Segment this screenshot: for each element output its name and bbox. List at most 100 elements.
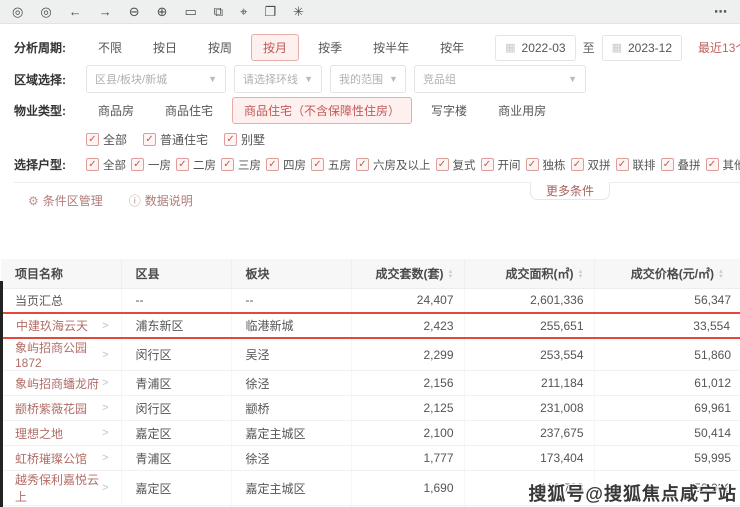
room-type-checkbox-label: 四房 [283,157,306,173]
checkbox-checked-icon: ✓ [436,158,449,171]
sort-desc-icon: ▼ [448,275,454,280]
period-option-6[interactable]: 按年 [428,34,476,61]
more-menu-icon[interactable]: ⋯ [714,4,728,20]
table-row: 颛桥紫薇花园>闵行区颛桥2,125231,00869,961 [1,396,740,421]
property-option-2[interactable]: 商品住宅（不含保障性住房） [232,97,412,124]
quick-range-link-0[interactable]: 最近13个月 [698,39,740,56]
chevron-right-icon[interactable]: > [102,349,110,361]
sort-arrows-icon[interactable]: ▲▼ [448,270,454,279]
capture-icon[interactable]: ⌖ [240,5,247,18]
period-option-1[interactable]: 按日 [141,34,189,61]
chevron-right-icon[interactable]: > [102,377,110,389]
cell-district: 嘉定区 [121,421,231,446]
property-sub-checkbox-label: 普通住宅 [160,131,208,148]
project-name-link[interactable]: 越秀保利嘉悦云上 [15,471,102,505]
cell-price: 69,961 [594,396,740,421]
room-type-checkbox-5[interactable]: ✓五房 [311,157,351,173]
region-dropdown-3[interactable]: 竞品组▼ [414,65,586,93]
project-name-link[interactable]: 象屿招商蟠龙府 [15,375,99,392]
new-window-icon[interactable]: ❐ [264,5,276,18]
record-dot-icon[interactable]: ◎ [12,5,23,18]
room-type-checkbox-6[interactable]: ✓六房及以上 [356,157,431,173]
project-name-link[interactable]: 颛桥紫薇花园 [15,400,87,417]
date-from-value: 2022-03 [522,41,566,55]
cell-deals: 2,100 [351,421,464,446]
column-header-3[interactable]: 成交套数(套)▲▼ [351,259,464,288]
property-sub-checkbox-2[interactable]: ✓别墅 [224,131,265,148]
dropdown-placeholder: 我的范围 [339,71,383,87]
forward-icon[interactable]: → [99,5,112,18]
room-type-checkbox-10[interactable]: ✓双拼 [571,157,611,173]
column-header-4[interactable]: 成交面积(㎡)▲▼ [464,259,594,288]
table-body: 当页汇总----24,4072,601,33656,347中建玖海云天>浦东新区… [1,288,740,507]
room-type-checkbox-13[interactable]: ✓其他 [706,157,740,173]
region-dropdown-0[interactable]: 区县/板块/新城▼ [86,65,226,93]
property-option-1[interactable]: 商品住宅 [153,97,225,124]
room-type-checkbox-4[interactable]: ✓四房 [266,157,306,173]
cell-project-name: 理想之地 > [1,421,121,446]
property-sub-checkbox-row: ✓全部 ✓普通住宅 ✓别墅 [14,131,740,148]
project-name-link[interactable]: 虹桥璀璨公馆 [15,450,87,467]
data-note-link[interactable]: ⓘ 数据说明 [129,192,193,209]
zoom-in-icon[interactable]: ⊕ [157,5,168,18]
toolbar-icon-group: ◎ ◎ ← → ⊖ ⊕ ▭ ⧉ ⌖ ❐ ✳ [12,5,304,18]
column-header-label: 成交价格(元/㎡) [631,267,714,281]
chevron-right-icon[interactable]: > [102,427,110,439]
region-dropdown-1[interactable]: 请选择环线▼ [234,65,322,93]
zoom-out-icon[interactable]: ⊖ [129,5,140,18]
chevron-right-icon[interactable]: > [102,320,110,332]
project-name-link[interactable]: 中建玖海云天 [16,317,88,334]
property-option-3[interactable]: 写字楼 [419,97,479,124]
checkbox-checked-icon: ✓ [526,158,539,171]
period-option-5[interactable]: 按半年 [361,34,421,61]
fit-view-icon[interactable]: ▭ [185,5,197,18]
room-type-checkbox-8[interactable]: ✓开间 [481,157,521,173]
back-icon[interactable]: ← [69,5,82,18]
project-name-link[interactable]: 象屿招商公园1872 [15,339,102,370]
property-option-group: 商品房商品住宅商品住宅（不含保障性住房） 写字楼商业用房 [86,97,565,124]
property-sub-checkbox-1[interactable]: ✓普通住宅 [143,131,208,148]
room-type-checkbox-3[interactable]: ✓三房 [221,157,261,173]
room-type-checkbox-1[interactable]: ✓一房 [131,157,171,173]
sort-arrows-icon[interactable]: ▲▼ [718,270,724,279]
chevron-right-icon[interactable]: > [102,452,110,464]
property-sub-checkbox-label: 全部 [103,131,127,148]
period-option-4[interactable]: 按季 [306,34,354,61]
region-dropdown-2[interactable]: 我的范围▼ [330,65,406,93]
property-sub-checkbox-0[interactable]: ✓全部 [86,131,127,148]
period-option-2[interactable]: 按周 [196,34,244,61]
room-type-checkbox-label: 其他 [723,157,740,173]
project-name-link[interactable]: 理想之地 [15,425,63,442]
cell-price: 50,414 [594,421,740,446]
room-type-checkbox-0[interactable]: ✓全部 [86,157,126,173]
cell-deals: 2,156 [351,371,464,396]
more-conditions-tab[interactable]: 更多条件 [530,182,610,200]
property-sub-checkbox-label: 别墅 [241,131,265,148]
chevron-right-icon[interactable]: > [102,482,110,494]
property-option-0[interactable]: 商品房 [86,97,146,124]
cell-area: 173,404 [464,446,594,471]
chevron-right-icon[interactable]: > [102,402,110,414]
room-type-checkbox-2[interactable]: ✓二房 [176,157,216,173]
room-type-checkbox-7[interactable]: ✓复式 [436,157,476,173]
date-from-input[interactable]: ▦ 2022-03 [495,35,575,61]
period-option-0[interactable]: 不限 [86,34,134,61]
room-type-checkbox-12[interactable]: ✓叠拼 [661,157,701,173]
condition-manage-link[interactable]: ⚙ 条件区管理 [28,192,103,209]
date-to-value: 2023-12 [628,41,672,55]
condition-manage-label: 条件区管理 [43,192,103,209]
magic-wand-icon[interactable]: ✳ [293,5,304,18]
room-type-checkbox-9[interactable]: ✓独栋 [526,157,566,173]
results-table-wrap: 项目名称区县板块成交套数(套)▲▼成交面积(㎡)▲▼成交价格(元/㎡)▲▼ 当页… [0,259,740,507]
period-option-3[interactable]: 按月 [251,34,299,61]
column-header-5[interactable]: 成交价格(元/㎡) ▲▼ [594,259,740,288]
record-dot2-icon[interactable]: ◎ [40,5,51,18]
room-type-checkbox-11[interactable]: ✓联排 [616,157,656,173]
property-option-4[interactable]: 商业用房 [486,97,558,124]
table-row: 中建玖海云天>浦东新区临港新城2,423255,65133,554 [1,313,740,338]
column-header-1: 区县 [121,259,231,288]
date-to-input[interactable]: ▦ 2023-12 [602,35,682,61]
checkbox-checked-icon: ✓ [176,158,189,171]
sort-arrows-icon[interactable]: ▲▼ [578,270,584,279]
multi-window-icon[interactable]: ⧉ [214,5,223,18]
